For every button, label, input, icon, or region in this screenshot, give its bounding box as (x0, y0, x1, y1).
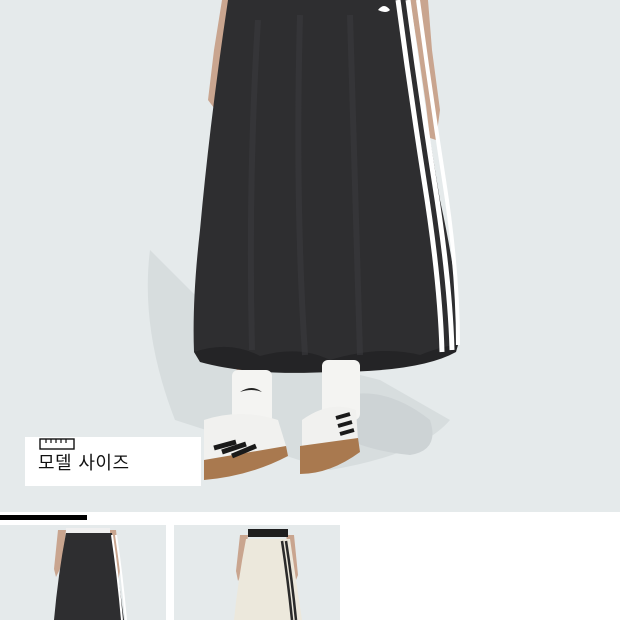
black-skirt-thumbnail-image (54, 528, 127, 620)
thumbnail-strip (0, 525, 620, 620)
model-size-label: 모델 사이즈 (38, 452, 130, 474)
skirt-model-illustration (147, 0, 460, 480)
ruler-icon (39, 438, 75, 450)
thumb-black-skirt[interactable] (0, 525, 166, 620)
model-size-button[interactable]: 모델 사이즈 (25, 437, 201, 486)
ivory-skirt-thumbnail-image (234, 529, 302, 620)
product-main-image[interactable]: 모델 사이즈 (0, 0, 620, 512)
gallery-progress-bar (0, 515, 87, 520)
thumb-ivory-skirt[interactable] (174, 525, 340, 620)
